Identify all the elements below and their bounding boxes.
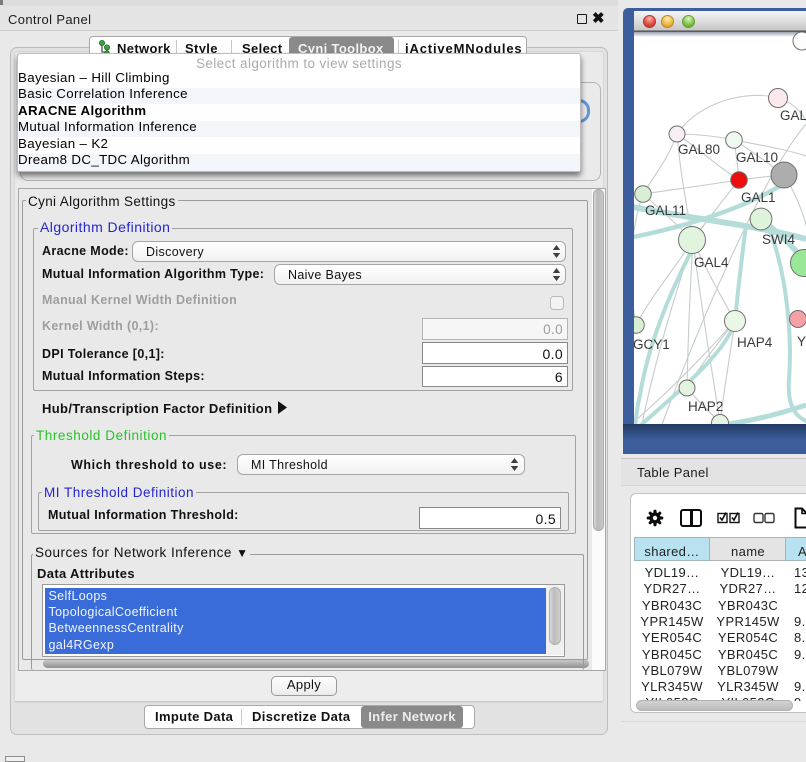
- svg-text:GAL4: GAL4: [694, 255, 729, 270]
- svg-text:GCY1: GCY1: [634, 337, 670, 352]
- svg-text:HAP4: HAP4: [737, 335, 773, 350]
- svg-text:GAL80: GAL80: [678, 142, 720, 157]
- svg-text:GAL10: GAL10: [736, 150, 778, 165]
- svg-text:GAL: GAL: [780, 108, 806, 123]
- svg-text:HAP2: HAP2: [688, 399, 723, 414]
- svg-text:Y: Y: [797, 334, 806, 349]
- svg-text:SWI4: SWI4: [762, 232, 795, 247]
- svg-text:GAL11: GAL11: [645, 203, 686, 218]
- svg-text:GAL1: GAL1: [741, 190, 776, 205]
